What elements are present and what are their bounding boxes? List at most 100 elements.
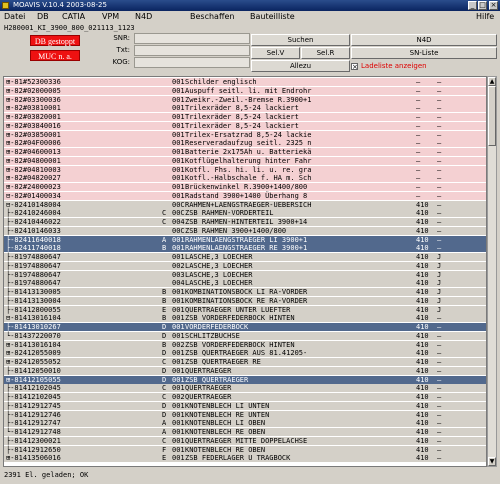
sel-r-button[interactable]: Sel.R bbox=[301, 47, 350, 59]
vertical-scrollbar[interactable]: ▲ ▼ bbox=[487, 76, 497, 467]
muc-status-button[interactable]: MUC n. a. bbox=[30, 50, 80, 61]
txt-label: Txt: bbox=[116, 46, 130, 54]
row-flag: – bbox=[437, 235, 442, 244]
tree-row[interactable]: ├-81413010267 001 D VORDERFEDERBOCK 410– bbox=[4, 323, 486, 331]
row-position: 001 bbox=[172, 331, 185, 340]
row-quantity: 410 bbox=[416, 226, 429, 235]
tree-row[interactable]: ⊞-82#04820027 001 Kotfl.-Halbschale f. HA … bbox=[4, 174, 486, 183]
suchen-button[interactable]: Suchen bbox=[251, 34, 350, 46]
tree-row[interactable]: ⊟-82#01400034 001 Radstand 3900+1400 Überh… bbox=[4, 191, 486, 200]
maximize-button[interactable]: □ bbox=[478, 1, 487, 10]
tree-row[interactable]: ⊞-82#03810001 001 Trilexräder 8,5-24 lacki… bbox=[4, 104, 486, 113]
tree-row[interactable]: ⊞-82#04600013 001 Batterie 2x175Ah u. Batt… bbox=[4, 148, 486, 156]
row-description: ZSB RAHMEN-HINTERTEIL 3900+14 bbox=[185, 218, 308, 226]
row-type-code: D bbox=[162, 401, 167, 410]
tree-row[interactable]: ├-81412102045 002 C QUERTRAEGER 410– bbox=[4, 393, 486, 401]
menu-beschaffen[interactable]: Beschaffen bbox=[190, 11, 234, 23]
db-status-button[interactable]: DB gestoppt bbox=[30, 35, 80, 46]
menu-datei[interactable]: Datei bbox=[4, 11, 25, 23]
allezu-button[interactable]: Allezu bbox=[251, 60, 350, 72]
tree-row[interactable]: ├-81412912745 001 D KNOTENBLECH LI UNTEN 410… bbox=[4, 401, 486, 410]
n4d-button[interactable]: N4D bbox=[351, 34, 497, 46]
snr-field[interactable] bbox=[134, 33, 250, 44]
tree-row[interactable]: ├-81974880647 004 LASCHE,3 LOECHER 410 J bbox=[4, 279, 486, 288]
tree-row[interactable]: ⊟-82410148004 00C RAHMEN+LAENGSTRAEGER-UEB… bbox=[4, 200, 486, 209]
txt-field[interactable] bbox=[134, 45, 250, 56]
status-text: 2391 El. geladen; OK bbox=[4, 471, 89, 479]
row-quantity: 410 bbox=[416, 235, 429, 244]
tree-row[interactable]: └-81437220070 001 D SCHLITZBUCHSE 410– bbox=[4, 331, 486, 340]
row-type-code: A bbox=[162, 428, 167, 436]
row-flag: – bbox=[437, 375, 442, 384]
row-type-code: B bbox=[162, 296, 167, 305]
row-part-number: ⊞-82#04810003 bbox=[6, 165, 61, 174]
tree-row[interactable]: ⊞-82#02000005 001 Auspuff seitl. li. mit E… bbox=[4, 86, 486, 95]
row-description: RAHMENLAENGSTRAEGER RE 3900+1 bbox=[185, 244, 308, 253]
row-position: 001 bbox=[172, 121, 185, 130]
row-quantity: 410 bbox=[416, 401, 429, 410]
scroll-thumb[interactable] bbox=[488, 86, 496, 146]
tree-row[interactable]: ⊟-81413016104 001 B ZSB VORDERFEDERBOCK HIN… bbox=[4, 314, 486, 323]
tree-row[interactable]: ├-81413130005 001 B KOMBINATIONSBOCK LI RA-… bbox=[4, 288, 486, 296]
tree-row[interactable]: ├-81974880647 003 LASCHE,3 LOECHER 410 J bbox=[4, 270, 486, 279]
row-description: Trilexräder 8,5-24 lackiert bbox=[185, 104, 299, 113]
tree-row[interactable]: ├-81412050010 001 D QUERTRAEGER 410– bbox=[4, 366, 486, 375]
menu-catia[interactable]: CATIA bbox=[62, 11, 85, 23]
tree-row[interactable]: ⊞-82412055052 001 C ZSB QUERTRAEGER RE 410– bbox=[4, 358, 486, 366]
menu-bauteilliste[interactable]: Bauteilliste bbox=[250, 11, 295, 23]
row-flag: – bbox=[437, 393, 442, 401]
tree-row[interactable]: ├-81974880647 001 LASCHE,3 LOECHER 410 J bbox=[4, 253, 486, 261]
tree-row[interactable]: ⊞-82#03840016 001 Trilexräder 8,5-24 lacki… bbox=[4, 121, 486, 130]
tree-row[interactable]: ├-82410446022 004 C ZSB RAHMEN-HINTERTEIL 3… bbox=[4, 218, 486, 226]
tree-row[interactable]: ⊞-82#03850001 001 Trilex-Ersatzrad 8,5-24 … bbox=[4, 130, 486, 139]
tree-row[interactable]: ├-81412800055 001 E QUERTRAEGER UNTER LUEFT… bbox=[4, 305, 486, 314]
tree-row[interactable]: ⊞-82#03820001 001 Trilexräder 8,5-24 lacki… bbox=[4, 113, 486, 121]
tree-row[interactable]: ├-82410146033 00C ZSB RAHMEN 3900+1400/800… bbox=[4, 226, 486, 235]
tree-row[interactable]: ├-81412912747 001 A KNOTENBLECH LI OBEN 410– bbox=[4, 419, 486, 428]
tree-row[interactable]: ⊞-82412055009 001 D ZSB QUERTRAEGER AUS 81.… bbox=[4, 349, 486, 358]
tree-row[interactable]: ⊞-82#24000023 001 Brückenwinkel R.3900+140… bbox=[4, 183, 486, 191]
tree-row[interactable]: ├-81412912746 001 D KNOTENBLECH RE UNTEN 410… bbox=[4, 410, 486, 419]
checkbox-box[interactable]: × bbox=[351, 62, 358, 70]
sn-liste-button[interactable]: SN-Liste bbox=[351, 47, 497, 59]
row-type-code: C bbox=[162, 393, 167, 401]
tree-row[interactable]: └-81412912748 001 A KNOTENBLECH RE OBEN 410– bbox=[4, 428, 486, 436]
row-position: 001 bbox=[172, 288, 185, 296]
menu-n4d[interactable]: N4D bbox=[135, 11, 152, 23]
tree-row[interactable]: ⊞-81#52300336 001 Schilder englisch – – bbox=[4, 78, 486, 86]
checkbox-label: Ladeliste anzeigen bbox=[361, 62, 427, 70]
tree-row[interactable]: ⊞-82#04800001 001 Kotflügelhalterung hinte… bbox=[4, 156, 486, 165]
tree-row[interactable]: ├-81412300021 001 C QUERTRAEGER MITTE DOPPE… bbox=[4, 436, 486, 445]
kog-field[interactable] bbox=[134, 57, 250, 68]
ladeliste-checkbox[interactable]: × Ladeliste anzeigen bbox=[351, 61, 427, 71]
tree-row[interactable]: ├-82410246004 00C C ZSB RAHMEN-VORDERTEIL 41… bbox=[4, 209, 486, 218]
tree-row[interactable]: ⊞-82#04810003 001 Kotfl. Fhs. hi. li. u. r… bbox=[4, 165, 486, 174]
tree-row[interactable]: ⊞-81413506016 001 E ZSB FEDERLAGER U TRAGBO… bbox=[4, 454, 486, 463]
tree-row[interactable]: ⊞-81412105055 001 D ZSB QUERTRAEGER 410– bbox=[4, 375, 486, 384]
row-description: KNOTENBLECH RE OBEN bbox=[185, 428, 266, 436]
minimize-button[interactable]: _ bbox=[468, 1, 477, 10]
tree-row[interactable]: ├-81413130004 001 B KOMBINATIONSBOCK RE RA-… bbox=[4, 296, 486, 305]
tree-row[interactable]: ├-81974880647 002 LASCHE,3 LOECHER 410 J bbox=[4, 261, 486, 270]
tree-row[interactable]: ├-82411640018 001 A RAHMENLAENGSTRAEGER LI … bbox=[4, 235, 486, 244]
tree-row[interactable]: ⊞-82#04F00006 001 Reserveradaufzug seitl. … bbox=[4, 139, 486, 148]
tree-row[interactable]: ⊞-82#03300036 001 Zweikr.-Zweil.-Bremse R.… bbox=[4, 95, 486, 104]
menu-db[interactable]: DB bbox=[37, 11, 49, 23]
tree-row[interactable]: ├-81412912650 001 F KNOTENBLECH RE OBEN 410– bbox=[4, 445, 486, 454]
row-quantity: 410 bbox=[416, 393, 429, 401]
tree-row[interactable]: ├-81412102045 001 C QUERTRAEGER 410– bbox=[4, 384, 486, 393]
row-type-code: D bbox=[162, 410, 167, 419]
scroll-up-arrow-icon[interactable]: ▲ bbox=[488, 77, 496, 86]
row-flag: – bbox=[437, 454, 442, 463]
parts-tree[interactable]: ⊞-81#52300336 001 Schilder englisch – – ⊞-82#… bbox=[3, 76, 487, 467]
close-button[interactable]: × bbox=[489, 1, 498, 10]
menu-vpm[interactable]: VPM bbox=[102, 11, 119, 23]
tree-row[interactable]: ⊞-81413016104 002 B ZSB VORDERFEDERBOCK HIN… bbox=[4, 340, 486, 349]
row-position: 001 bbox=[172, 401, 185, 410]
row-description: KOMBINATIONSBOCK LI RA-VORDER bbox=[185, 288, 308, 296]
row-position: 004 bbox=[172, 279, 185, 288]
menu-hilfe[interactable]: Hilfe bbox=[476, 11, 494, 23]
tree-row[interactable]: ├-82411740018 001 B RAHMENLAENGSTRAEGER RE … bbox=[4, 244, 486, 253]
scroll-down-arrow-icon[interactable]: ▼ bbox=[488, 457, 496, 466]
sel-v-button[interactable]: Sel.V bbox=[251, 47, 300, 59]
